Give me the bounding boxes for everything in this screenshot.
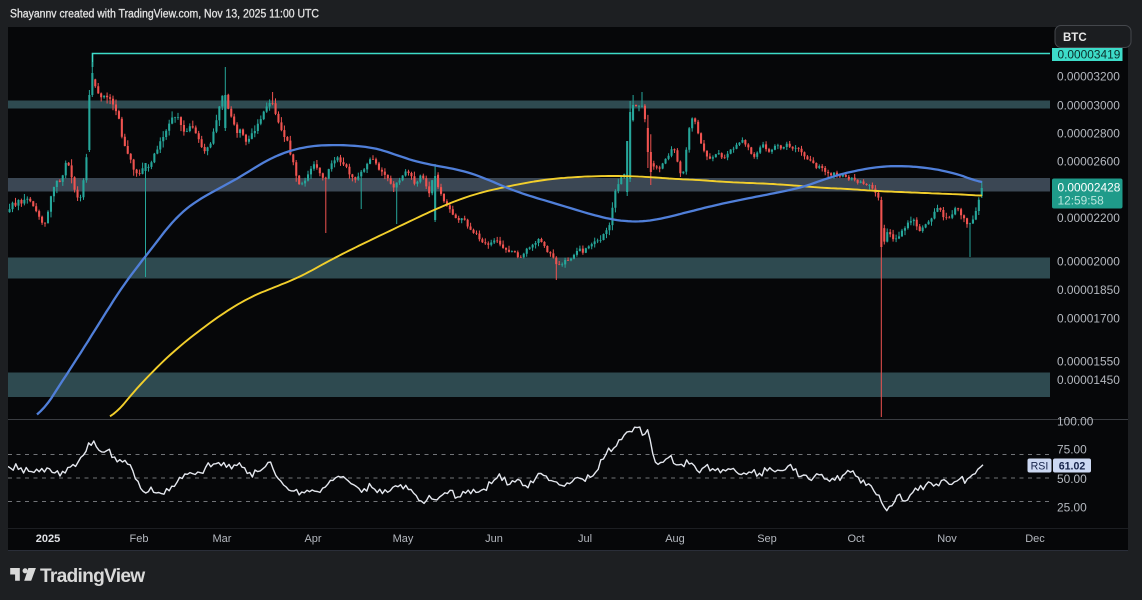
- svg-text:Nov: Nov: [937, 533, 957, 545]
- svg-text:0.00003200: 0.00003200: [1057, 70, 1120, 84]
- svg-text:0.00001550: 0.00001550: [1057, 354, 1120, 368]
- svg-text:May: May: [393, 533, 414, 545]
- svg-text:50.00: 50.00: [1057, 472, 1087, 486]
- svg-text:61.02: 61.02: [1059, 460, 1086, 472]
- svg-text:Aug: Aug: [665, 533, 685, 545]
- svg-text:0.00002000: 0.00002000: [1057, 254, 1120, 268]
- svg-text:0.00001700: 0.00001700: [1057, 312, 1120, 326]
- svg-text:Jun: Jun: [485, 533, 503, 545]
- svg-text:100.00: 100.00: [1057, 414, 1094, 428]
- svg-text:Shayannv created with TradingV: Shayannv created with TradingView.com, N…: [10, 7, 319, 21]
- svg-text:0.00001850: 0.00001850: [1057, 283, 1120, 297]
- svg-text:BTC: BTC: [1063, 32, 1087, 44]
- svg-text:Dec: Dec: [1025, 533, 1045, 545]
- svg-text:0.00003419: 0.00003419: [1058, 48, 1121, 62]
- svg-text:Sep: Sep: [757, 533, 777, 545]
- svg-text:12:59:58: 12:59:58: [1058, 194, 1105, 208]
- svg-text:2025: 2025: [36, 533, 60, 545]
- svg-text:Jul: Jul: [578, 533, 592, 545]
- svg-text:0.00002600: 0.00002600: [1057, 154, 1120, 168]
- svg-text:25.00: 25.00: [1057, 501, 1087, 515]
- svg-text:Oct: Oct: [847, 533, 864, 545]
- svg-text:75.00: 75.00: [1057, 442, 1087, 456]
- svg-text:RSI: RSI: [1031, 460, 1049, 472]
- svg-text:Apr: Apr: [304, 533, 321, 545]
- svg-text:0.00002200: 0.00002200: [1057, 211, 1120, 225]
- svg-text:Feb: Feb: [130, 533, 149, 545]
- svg-text:0.00001450: 0.00001450: [1057, 373, 1120, 387]
- svg-text:TradingView: TradingView: [40, 566, 145, 587]
- svg-text:Mar: Mar: [213, 533, 232, 545]
- svg-text:0.00002428: 0.00002428: [1058, 181, 1121, 195]
- svg-text:0.00002800: 0.00002800: [1057, 126, 1120, 140]
- svg-text:0.00003000: 0.00003000: [1057, 98, 1120, 112]
